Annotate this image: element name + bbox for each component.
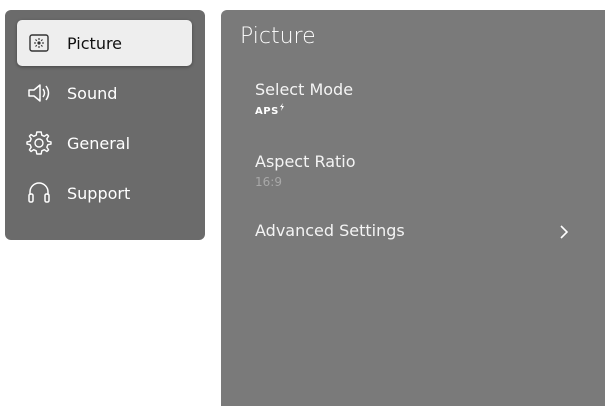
settings-sidebar: Picture Sound General Support xyxy=(5,10,205,240)
sidebar-item-label: Picture xyxy=(67,33,123,53)
picture-settings-panel: Picture Select Mode APS Aspect Ratio 16:… xyxy=(221,10,605,406)
chevron-right-icon xyxy=(560,225,569,239)
gear-icon xyxy=(25,129,53,157)
setting-label: Advanced Settings xyxy=(255,221,405,240)
sidebar-item-label: Support xyxy=(67,183,131,203)
page-title: Picture xyxy=(240,24,316,49)
sidebar-item-support[interactable]: Support xyxy=(17,170,192,216)
setting-label: Select Mode xyxy=(255,80,354,99)
sidebar-item-sound[interactable]: Sound xyxy=(17,70,192,116)
speaker-icon xyxy=(25,79,53,107)
setting-advanced-settings[interactable]: Advanced Settings xyxy=(255,221,605,240)
sidebar-item-picture[interactable]: Picture xyxy=(17,20,192,66)
setting-aspect-ratio[interactable]: Aspect Ratio 16:9 xyxy=(255,152,605,189)
setting-label: Aspect Ratio xyxy=(255,152,356,171)
sidebar-item-general[interactable]: General xyxy=(17,120,192,166)
sidebar-item-label: Sound xyxy=(67,83,118,103)
setting-value: 16:9 xyxy=(255,175,282,189)
picture-icon xyxy=(25,29,53,57)
aps-logo: APS xyxy=(255,103,284,117)
setting-select-mode[interactable]: Select Mode APS xyxy=(255,80,605,118)
sidebar-item-label: General xyxy=(67,133,131,153)
headset-icon xyxy=(25,179,53,207)
